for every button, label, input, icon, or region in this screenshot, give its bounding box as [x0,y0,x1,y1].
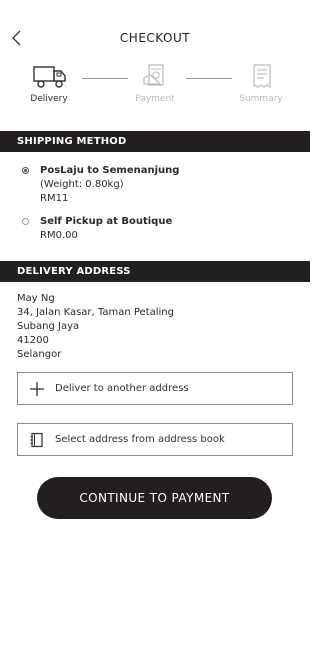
cash-icon [143,64,164,86]
address-name: May Ng [17,293,55,304]
shipping-option-title: PosLaju to Semenanjung [40,165,180,176]
deliver-to-another-address-button[interactable]: Deliver to another address [17,372,293,405]
address-book-icon [30,432,43,448]
radio-selected[interactable] [22,167,29,174]
shipping-method-heading: SHIPPING METHOD [0,131,310,152]
step-divider [186,78,232,79]
delivery-address: May Ng 34, Jalan Kasar, Taman Petaling S… [17,292,174,362]
plus-icon [30,382,44,396]
delivery-address-heading: DELIVERY ADDRESS [0,261,310,282]
select-from-address-book-button[interactable]: Select address from address book [17,423,293,456]
page-title: CHECKOUT [119,31,191,45]
address-postcode: 41200 [17,335,49,346]
address-state: Selangor [17,349,62,360]
step-label-summary: Summary [239,94,283,104]
step-divider [82,78,128,79]
select-from-address-book-label: Select address from address book [55,434,225,445]
deliver-to-another-address-label: Deliver to another address [55,383,189,394]
radio-unselected[interactable] [22,218,29,225]
shipping-option-text: Self Pickup at Boutique RM0.00 [40,215,172,243]
shipping-option-detail: (Weight: 0.80kg) [40,179,124,190]
shipping-option-price: RM0.00 [40,230,78,241]
truck-icon [33,66,66,88]
receipt-icon [253,64,271,89]
address-city: Subang Jaya [17,321,80,332]
continue-to-payment-button[interactable]: CONTINUE TO PAYMENT [37,477,272,519]
shipping-option-price: RM11 [40,193,69,204]
step-label-payment: Payment [135,94,175,104]
shipping-option-title: Self Pickup at Boutique [40,216,173,227]
header: CHECKOUT [0,22,310,56]
step-label-delivery: Delivery [30,94,68,104]
shipping-option-text: PosLaju to Semenanjung (Weight: 0.80kg) … [40,164,179,206]
address-line1: 34, Jalan Kasar, Taman Petaling [17,307,174,318]
checkout-steps: Delivery Payment Summary [0,62,310,112]
